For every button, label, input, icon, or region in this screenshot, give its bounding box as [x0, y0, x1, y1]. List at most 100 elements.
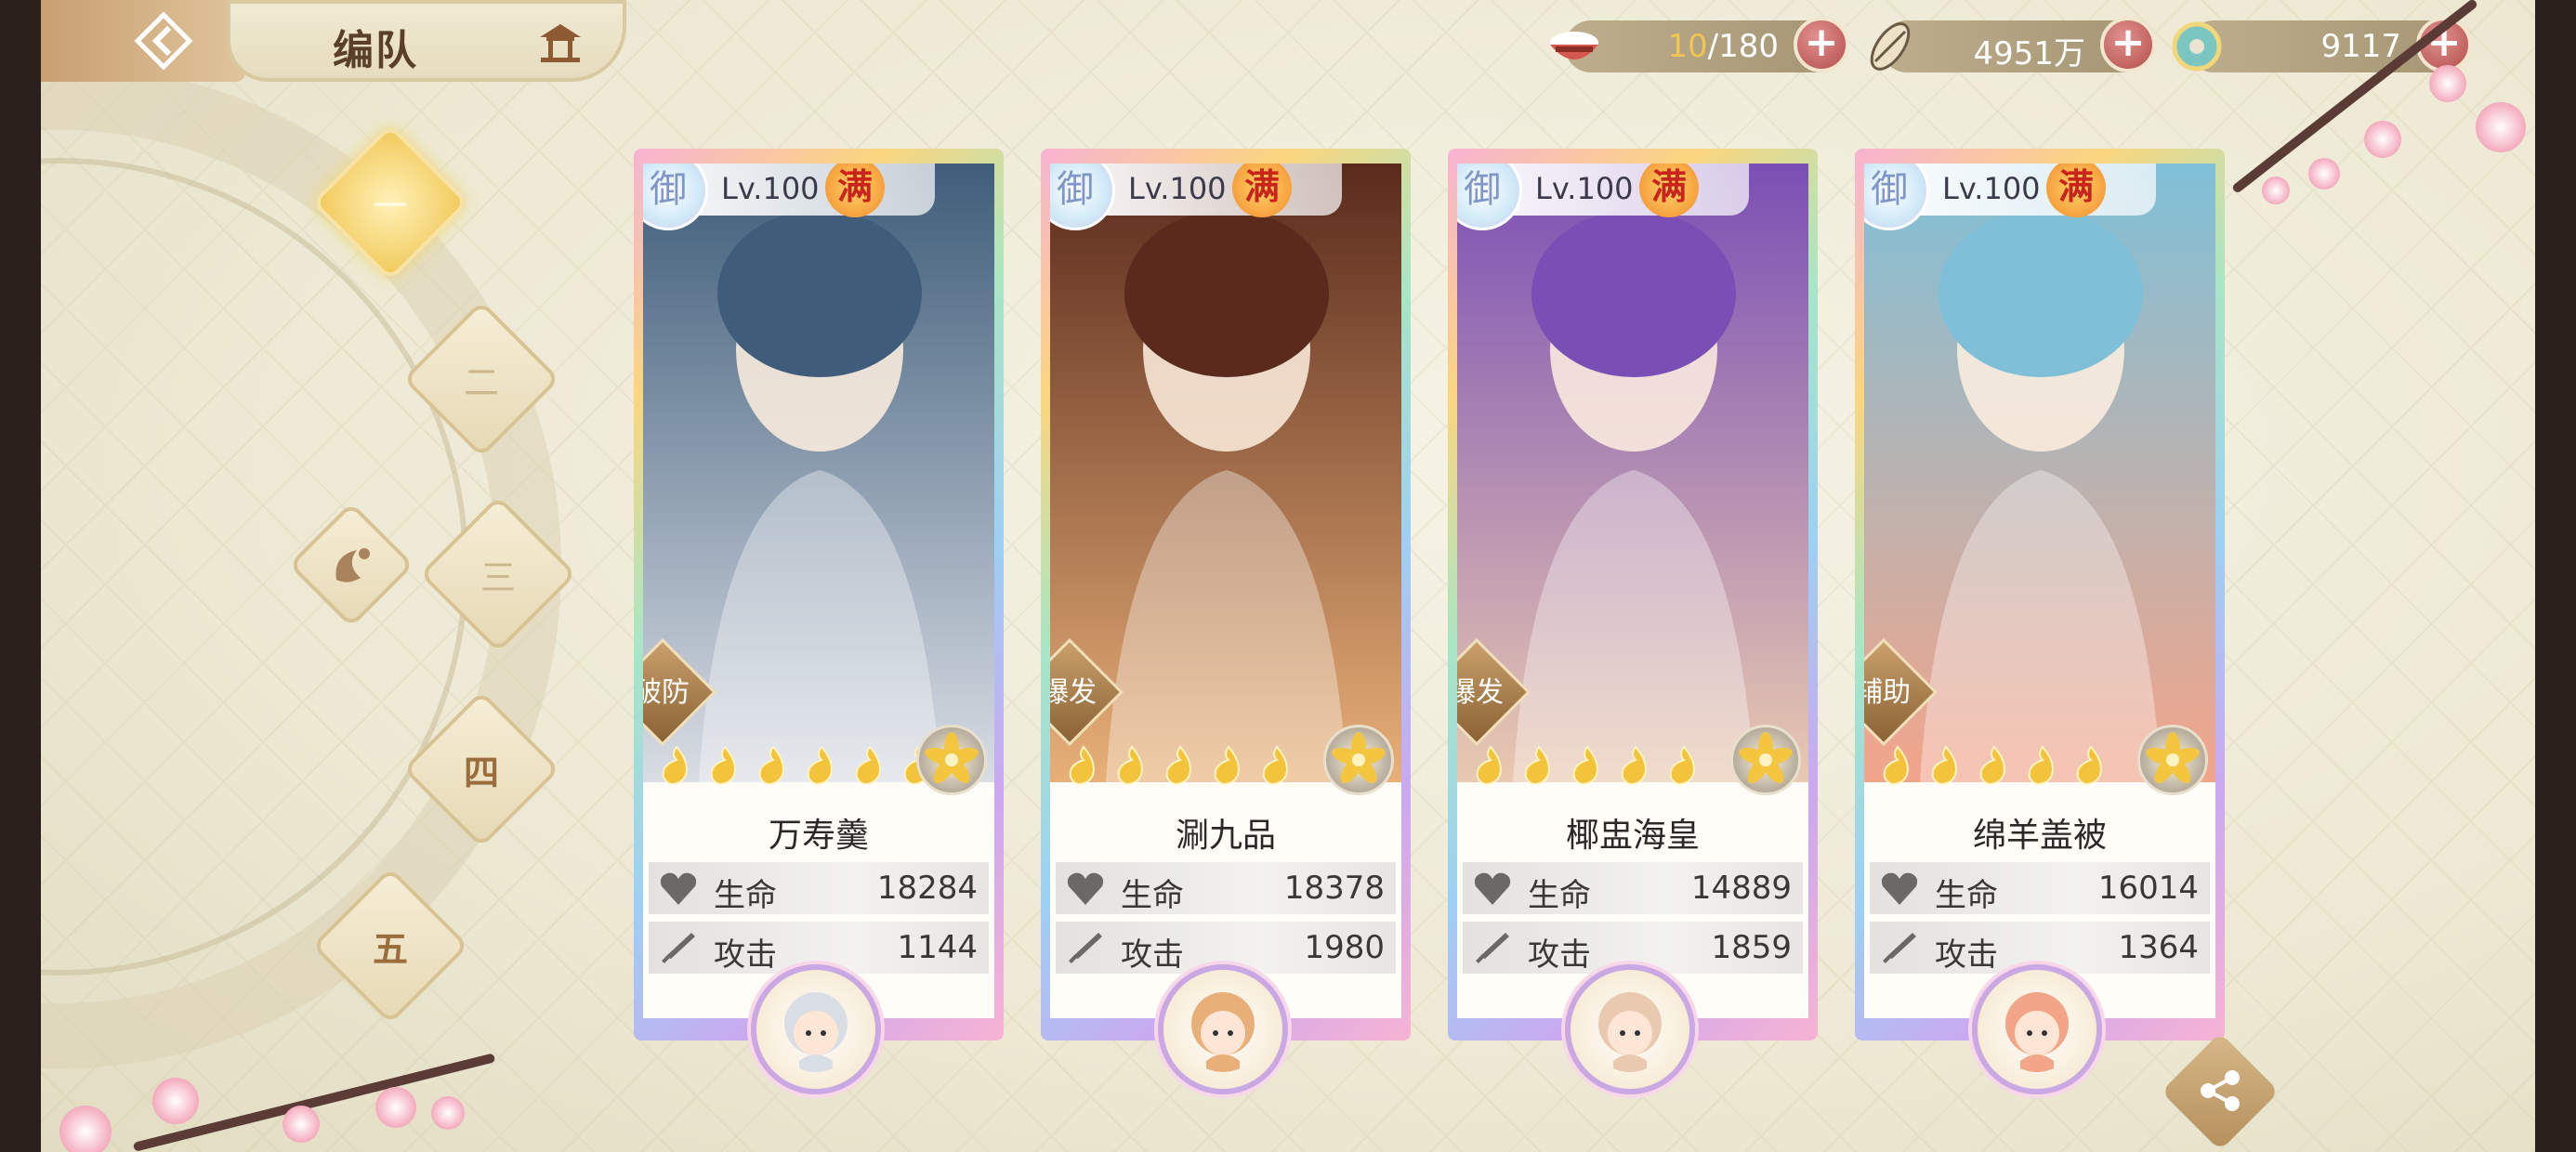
partner-avatar-button[interactable] — [1972, 964, 2102, 1094]
card-body: Lv.100 御 满 爆发 椰盅海皇 生命 14889 攻击 1859 — [1457, 164, 1808, 1018]
flame-star-icon — [1572, 745, 1598, 786]
flame-star-icon — [2028, 745, 2054, 786]
hp-value: 18378 — [1283, 870, 1385, 907]
hp-stat-row: 生命 18284 — [649, 862, 989, 914]
heart-icon — [1881, 872, 1918, 905]
character-name: 椰盅海皇 — [1565, 817, 1700, 855]
star-rating — [1472, 745, 1714, 790]
flame-star-icon — [2076, 745, 2102, 786]
coin-icon — [1870, 22, 1911, 71]
coins-resource: 4951万 + — [1870, 17, 2156, 72]
hp-stat-row: 生命 14889 — [1463, 862, 1803, 914]
level-banner: Lv.100 — [1082, 164, 1342, 216]
role-label: 辅助 — [1864, 676, 1911, 709]
sword-icon — [662, 933, 695, 963]
character-card-4[interactable]: Lv.100 御 满 辅助 绵羊盖被 生命 16014 攻击 1364 — [1855, 149, 2225, 1094]
card-body: Lv.100 御 满 破防 万寿羹 生命 18284 攻击 1144 — [643, 164, 994, 1018]
stamina-resource: 10/180 + — [1550, 17, 1849, 72]
title-tab: 编队 — [227, 0, 626, 82]
flame-star-icon — [662, 745, 688, 786]
flame-star-icon — [855, 745, 881, 786]
level-banner: Lv.100 — [1896, 164, 2156, 216]
flower-emblem-icon — [1332, 732, 1386, 784]
character-card-2[interactable]: Lv.100 御 满 爆发 涮九品 生命 18378 攻击 1980 — [1041, 149, 1411, 1094]
flame-star-icon — [1621, 745, 1647, 786]
character-card-3[interactable]: Lv.100 御 满 爆发 椰盅海皇 生命 14889 攻击 1859 — [1448, 149, 1818, 1094]
level-text: Lv.100 — [1535, 171, 1634, 206]
add-coins-button[interactable]: + — [2100, 17, 2156, 72]
element-emblem — [1323, 725, 1394, 795]
partner-avatar-button[interactable] — [751, 964, 881, 1094]
chibi-avatar-icon — [1191, 992, 1255, 1072]
level-text: Lv.100 — [1942, 171, 2041, 206]
flower-emblem-icon — [2146, 732, 2200, 784]
star-rating — [1065, 745, 1307, 790]
attack-label: 攻击 — [1528, 936, 1591, 974]
swirl-emblem-icon — [335, 548, 370, 583]
flame-star-icon — [710, 745, 736, 786]
hp-value: 18284 — [876, 870, 978, 907]
hp-stat-row: 生命 18378 — [1056, 862, 1396, 914]
hp-value: 14889 — [1690, 870, 1792, 907]
attack-value: 1859 — [1711, 929, 1792, 966]
star-rating — [1879, 745, 2121, 790]
jade-icon — [2172, 21, 2222, 72]
attack-label: 攻击 — [1935, 936, 1998, 974]
sword-icon — [1883, 933, 1916, 963]
hp-label: 生命 — [1935, 877, 1998, 914]
pavilion-icon[interactable] — [537, 22, 584, 63]
element-emblem — [916, 725, 987, 795]
sword-icon — [1476, 933, 1509, 963]
level-text: Lv.100 — [1128, 171, 1227, 206]
flame-star-icon — [807, 745, 833, 786]
flower-emblem-icon — [925, 732, 979, 784]
character-card-1[interactable]: Lv.100 御 满 破防 万寿羹 生命 18284 攻击 1144 — [634, 149, 1004, 1094]
flame-star-icon — [1524, 745, 1550, 786]
jade-value: 9117 — [2320, 28, 2401, 65]
rice-bowl-icon — [1550, 32, 1598, 59]
chibi-avatar-icon — [2005, 992, 2069, 1072]
card-body: Lv.100 御 满 辅助 绵羊盖被 生命 16014 攻击 1364 — [1864, 164, 2215, 1018]
character-name: 绵羊盖被 — [1972, 817, 2107, 855]
attack-value: 1364 — [2118, 929, 2199, 966]
chibi-avatar-icon — [1598, 992, 1662, 1072]
flame-star-icon — [1669, 745, 1695, 786]
chibi-avatar-icon — [784, 992, 848, 1072]
level-banner: Lv.100 — [675, 164, 935, 216]
flame-star-icon — [1476, 745, 1502, 786]
sword-icon — [1069, 933, 1102, 963]
share-icon — [2201, 1070, 2240, 1111]
partner-avatar-button[interactable] — [1158, 964, 1288, 1094]
back-button[interactable] — [41, 0, 245, 82]
flame-star-icon — [1165, 745, 1191, 786]
level-banner: Lv.100 — [1489, 164, 1749, 216]
attack-value: 1980 — [1304, 929, 1385, 966]
heart-icon — [660, 872, 697, 905]
page-title: 编队 — [333, 27, 418, 74]
attack-label: 攻击 — [1121, 936, 1184, 974]
flame-star-icon — [758, 745, 784, 786]
hp-label: 生命 — [1121, 877, 1184, 914]
hp-label: 生命 — [1528, 877, 1591, 914]
level-text: Lv.100 — [721, 171, 820, 206]
card-body: Lv.100 御 满 爆发 涮九品 生命 18378 攻击 1980 — [1050, 164, 1401, 1018]
hp-stat-row: 生命 16014 — [1870, 862, 2210, 914]
element-emblem — [1730, 725, 1801, 795]
attack-label: 攻击 — [714, 936, 777, 974]
back-arrow-icon — [134, 11, 193, 71]
add-stamina-button[interactable]: + — [1794, 17, 1849, 72]
formation-screen: 编队 10/180 + 4951万 + 9117 + 一 二 三 四 五 Lv.… — [41, 0, 2535, 1152]
flame-star-icon — [1883, 745, 1909, 786]
heart-icon — [1067, 872, 1104, 905]
role-label: 爆发 — [1050, 676, 1097, 709]
role-label: 爆发 — [1457, 676, 1504, 709]
flame-star-icon — [1979, 745, 2005, 786]
flower-emblem-icon — [1739, 732, 1793, 784]
element-emblem — [2137, 725, 2208, 795]
coins-value: 4951万 — [1973, 35, 2085, 72]
role-label: 破防 — [643, 676, 690, 709]
flame-star-icon — [1262, 745, 1288, 786]
partner-avatar-button[interactable] — [1565, 964, 1695, 1094]
hp-label: 生命 — [714, 877, 777, 914]
attack-value: 1144 — [897, 929, 978, 966]
